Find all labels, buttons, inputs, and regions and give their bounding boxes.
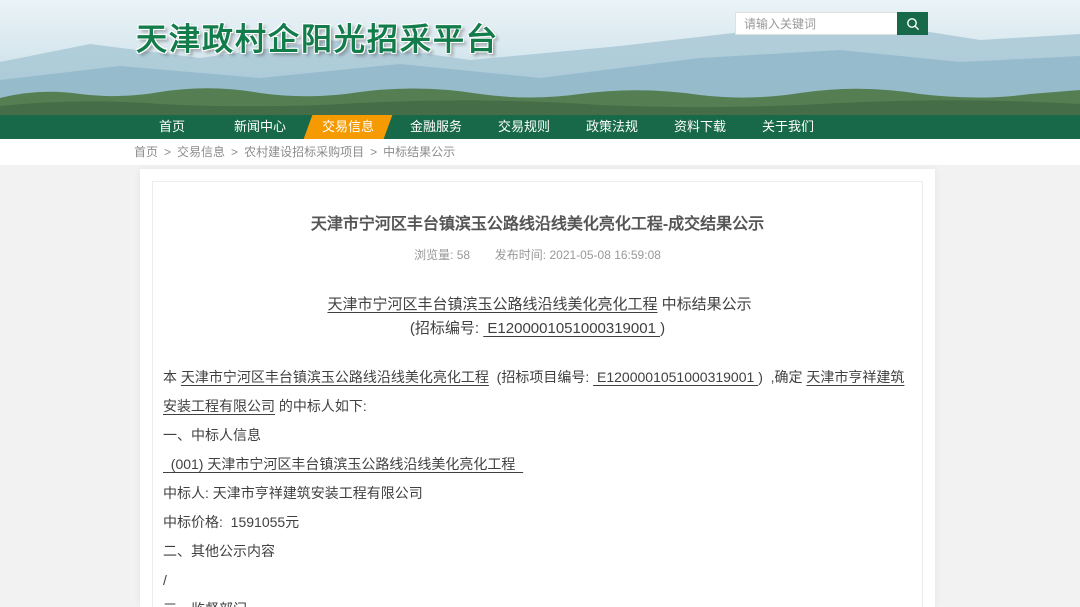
nav-item-policies[interactable]: 政策法规 bbox=[568, 115, 656, 139]
page-background: 天津市宁河区丰台镇滨玉公路线沿线美化亮化工程-成交结果公示 浏览量: 58 发布… bbox=[0, 165, 1080, 607]
text-segment: 三、监督部门 bbox=[163, 601, 247, 607]
breadcrumb-trade-info[interactable]: 交易信息 bbox=[177, 145, 225, 159]
text-segment: 中标人: 天津市亨祥建筑安装工程有限公司 bbox=[163, 485, 423, 501]
text-segment: E1200001051000319001 bbox=[483, 320, 660, 337]
nav-item-downloads[interactable]: 资料下载 bbox=[656, 115, 744, 139]
text-segment: ) bbox=[660, 320, 665, 337]
result-heading-line2: (招标编号: E1200001051000319001 ) bbox=[163, 317, 912, 341]
article-line: 二、其他公示内容 bbox=[163, 537, 912, 566]
article-line: 一、中标人信息 bbox=[163, 421, 912, 450]
site-banner: 天津政村企阳光招采平台 bbox=[0, 0, 1080, 115]
breadcrumb-separator: > bbox=[164, 145, 171, 159]
text-segment: 中标结果公示 bbox=[658, 296, 752, 313]
article-line: 三、监督部门 bbox=[163, 595, 912, 607]
nav-item-label: 交易信息 bbox=[322, 119, 374, 134]
text-segment: 一、中标人信息 bbox=[163, 427, 261, 443]
breadcrumb-current: 中标结果公示 bbox=[383, 145, 455, 159]
text-segment: 本 bbox=[163, 369, 181, 385]
nav-item-label: 政策法规 bbox=[586, 119, 638, 134]
search-button[interactable] bbox=[897, 12, 928, 35]
nav-item-news[interactable]: 新闻中心 bbox=[216, 115, 304, 139]
nav-item-label: 金融服务 bbox=[410, 119, 462, 134]
site-logo-title: 天津政村企阳光招采平台 bbox=[136, 14, 499, 59]
publish-label: 发布时间: bbox=[495, 248, 546, 262]
nav-item-label: 资料下载 bbox=[674, 119, 726, 134]
text-segment: 的中标人如下: bbox=[275, 398, 367, 414]
text-segment: 二、其他公示内容 bbox=[163, 543, 275, 559]
article-line: 中标价格: 1591055元 bbox=[163, 508, 912, 537]
article-meta: 浏览量: 58 发布时间: 2021-05-08 16:59:08 bbox=[163, 246, 912, 263]
article-line: 本 天津市宁河区丰台镇滨玉公路线沿线美化亮化工程 (招标项目编号: E12000… bbox=[163, 363, 912, 421]
views-count: 58 bbox=[457, 248, 470, 262]
nav-item-trade-rules[interactable]: 交易规则 bbox=[480, 115, 568, 139]
text-segment: ) ,确定 bbox=[758, 369, 806, 385]
views-label: 浏览量: bbox=[414, 248, 453, 262]
article-line: 中标人: 天津市亨祥建筑安装工程有限公司 bbox=[163, 479, 912, 508]
nav-item-label: 交易规则 bbox=[498, 119, 550, 134]
nav-item-label: 关于我们 bbox=[762, 119, 814, 134]
nav-item-label: 首页 bbox=[159, 119, 185, 134]
text-segment: (招标编号: bbox=[410, 320, 483, 337]
text-segment: 天津市宁河区丰台镇滨玉公路线沿线美化亮化工程 bbox=[181, 369, 489, 385]
text-segment: E1200001051000319001 bbox=[593, 369, 758, 385]
article-body: 本 天津市宁河区丰台镇滨玉公路线沿线美化亮化工程 (招标项目编号: E12000… bbox=[163, 363, 912, 607]
text-segment: 天津市宁河区丰台镇滨玉公路线沿线美化亮化工程 bbox=[327, 296, 657, 313]
main-nav: 首页 新闻中心 交易信息 金融服务 交易规则 政策法规 资料下载 关于我们 bbox=[0, 115, 1080, 139]
search-input[interactable] bbox=[735, 12, 897, 35]
result-heading-line1: 天津市宁河区丰台镇滨玉公路线沿线美化亮化工程 中标结果公示 bbox=[163, 293, 912, 317]
breadcrumb-home[interactable]: 首页 bbox=[134, 145, 158, 159]
nav-item-home[interactable]: 首页 bbox=[128, 115, 216, 139]
article-panel: 天津市宁河区丰台镇滨玉公路线沿线美化亮化工程-成交结果公示 浏览量: 58 发布… bbox=[152, 181, 923, 607]
breadcrumb-rural-projects[interactable]: 农村建设招标采购项目 bbox=[244, 145, 364, 159]
breadcrumb-separator: > bbox=[370, 145, 377, 159]
article-line: / bbox=[163, 566, 912, 595]
publish-time: 2021-05-08 16:59:08 bbox=[549, 248, 660, 262]
text-segment: 中标价格: 1591055元 bbox=[163, 514, 299, 530]
result-heading: 天津市宁河区丰台镇滨玉公路线沿线美化亮化工程 中标结果公示 (招标编号: E12… bbox=[163, 293, 912, 341]
article-line: (001) 天津市宁河区丰台镇滨玉公路线沿线美化亮化工程 bbox=[163, 450, 912, 479]
nav-item-about[interactable]: 关于我们 bbox=[744, 115, 832, 139]
nav-item-label: 新闻中心 bbox=[234, 119, 286, 134]
text-segment: / bbox=[163, 572, 167, 588]
breadcrumb: 首页 > 交易信息 > 农村建设招标采购项目 > 中标结果公示 bbox=[0, 139, 1080, 165]
text-segment: (001) 天津市宁河区丰台镇滨玉公路线沿线美化亮化工程 bbox=[163, 456, 523, 472]
content-container: 天津市宁河区丰台镇滨玉公路线沿线美化亮化工程-成交结果公示 浏览量: 58 发布… bbox=[140, 169, 935, 607]
text-segment: (招标项目编号: bbox=[489, 369, 593, 385]
nav-item-finance[interactable]: 金融服务 bbox=[392, 115, 480, 139]
search-box bbox=[735, 12, 928, 35]
breadcrumb-separator: > bbox=[231, 145, 238, 159]
search-icon bbox=[906, 17, 920, 31]
article-title: 天津市宁河区丰台镇滨玉公路线沿线美化亮化工程-成交结果公示 bbox=[163, 210, 912, 234]
nav-item-trade-info[interactable]: 交易信息 bbox=[304, 115, 392, 139]
